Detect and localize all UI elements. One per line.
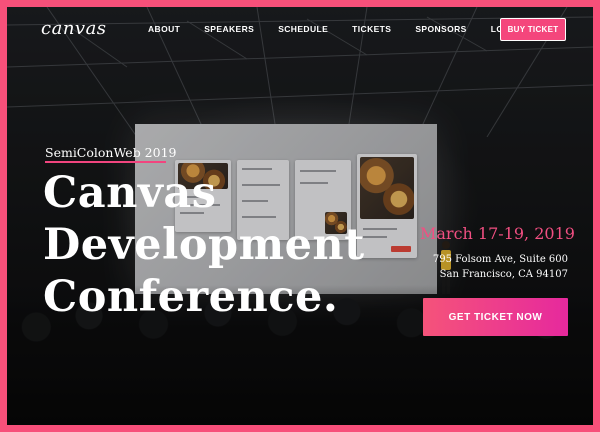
address-line: 795 Folsom Ave, Suite 600 <box>432 254 568 265</box>
title-line: Canvas <box>43 168 217 218</box>
top-navigation: canvas ABOUT SPEAKERS SCHEDULE TICKETS S… <box>7 7 593 51</box>
nav-item-schedule[interactable]: SCHEDULE <box>278 24 328 34</box>
page-frame: canvas ABOUT SPEAKERS SCHEDULE TICKETS S… <box>0 0 600 432</box>
title-line: Conference. <box>43 272 339 322</box>
get-ticket-now-button[interactable]: GET TICKET NOW <box>423 298 568 336</box>
site-logo[interactable]: canvas <box>41 18 107 39</box>
buy-ticket-button[interactable]: BUY TICKET <box>500 18 566 41</box>
nav-item-speakers[interactable]: SPEAKERS <box>204 24 254 34</box>
eyebrow-underline <box>45 161 166 163</box>
nav-item-sponsors[interactable]: SPONSORS <box>415 24 466 34</box>
nav-item-tickets[interactable]: TICKETS <box>352 24 391 34</box>
nav-item-about[interactable]: ABOUT <box>148 24 180 34</box>
event-date: March 17-19, 2019 <box>420 224 575 243</box>
address-line: San Francisco, CA 94107 <box>439 269 568 280</box>
event-eyebrow: SemiColonWeb 2019 <box>45 145 177 160</box>
event-address: 795 Folsom Ave, Suite 600 San Francisco,… <box>420 252 568 282</box>
title-line: Development <box>43 220 365 270</box>
page-title: Canvas Development Conference. <box>43 167 365 323</box>
